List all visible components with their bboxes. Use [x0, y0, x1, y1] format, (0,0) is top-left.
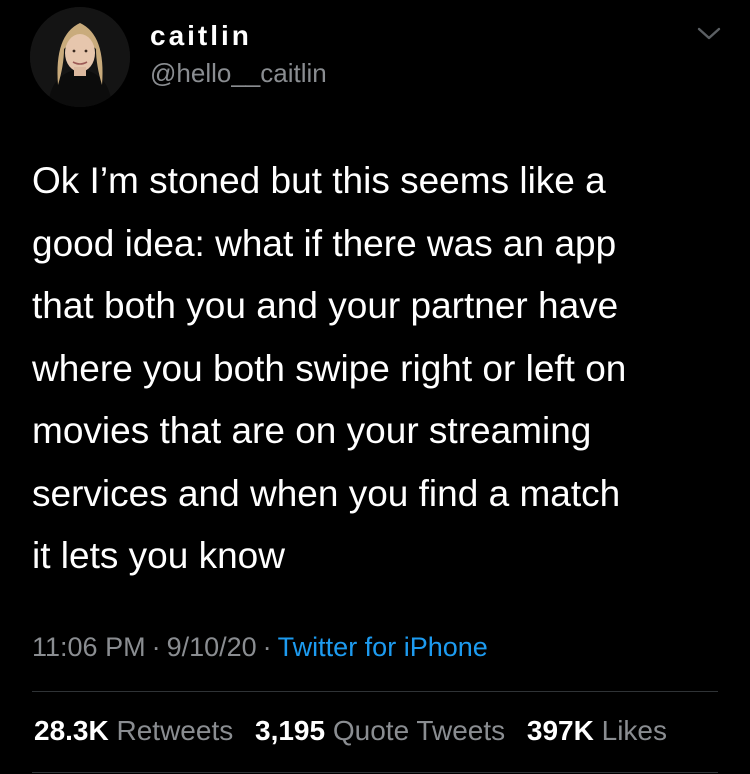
avatar[interactable] — [30, 7, 130, 107]
tweet-text-line: where you both swipe right or left on — [32, 347, 627, 389]
tweet-text-line: movies that are on your streaming — [32, 410, 592, 451]
retweets-label: Retweets — [116, 715, 234, 746]
likes-count: 397K — [526, 715, 594, 746]
retweets-stat[interactable]: 28.3K Retweets — [34, 715, 233, 746]
quote-tweets-stat[interactable]: 3,195 Quote Tweets — [255, 715, 505, 746]
tweet-text: Ok I’m stoned but this seems like a good… — [32, 150, 732, 588]
tweet-text-line: it lets you know — [32, 535, 285, 576]
user-handle[interactable]: @hello__caitlin — [150, 58, 327, 89]
quote-tweets-count: 3,195 — [255, 715, 326, 746]
likes-label: Likes — [601, 715, 667, 746]
tweet-source-link[interactable]: Twitter for iPhone — [278, 632, 488, 662]
tweet-date[interactable]: 9/10/20 — [167, 632, 257, 662]
meta-separator: · — [151, 632, 161, 662]
chevron-down-icon[interactable] — [696, 24, 722, 44]
tweet-stats: 28.3K Retweets 3,195 Quote Tweets 397K L… — [34, 715, 667, 747]
tweet-time[interactable]: 11:06 PM — [32, 632, 146, 662]
tweet-text-line: good idea: what if there was an app — [32, 222, 617, 264]
tweet-card: caitlin @hello__caitlin Ok I’m stoned bu… — [0, 0, 750, 774]
tweet-text-line: Ok I’m stoned but this seems like a — [32, 160, 606, 201]
meta-separator: · — [262, 632, 272, 662]
divider — [32, 772, 718, 773]
retweets-count: 28.3K — [34, 715, 109, 746]
avatar-photo — [30, 7, 130, 107]
likes-stat[interactable]: 397K Likes — [527, 715, 667, 746]
quote-tweets-label: Quote Tweets — [332, 715, 506, 746]
tweet-meta: 11:06 PM · 9/10/20 · Twitter for iPhone — [32, 632, 488, 663]
divider — [32, 691, 718, 692]
tweet-text-line: services and when you find a match — [32, 472, 621, 514]
display-name[interactable]: caitlin — [150, 20, 252, 52]
tweet-text-line: that both you and your partner have — [32, 285, 619, 326]
